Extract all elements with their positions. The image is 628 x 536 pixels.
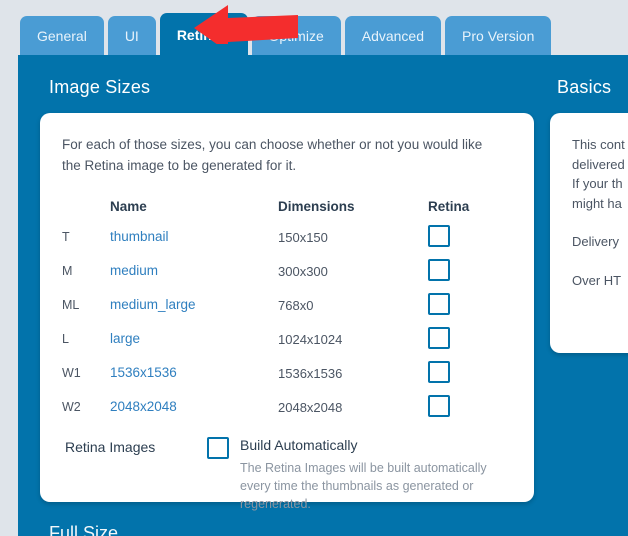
row-dimensions: 2048x2048 xyxy=(278,400,343,415)
tab-pro-version[interactable]: Pro Version xyxy=(445,16,552,55)
retina-checkbox[interactable] xyxy=(428,225,450,247)
size-name-link[interactable]: large xyxy=(110,331,300,346)
settings-screen: General UI Retinize Optimize Advanced Pr… xyxy=(0,0,628,536)
row-retina-cell xyxy=(428,395,508,417)
section-title-bottom: Full Size xyxy=(49,523,119,536)
tab-optimize[interactable]: Optimize xyxy=(251,16,341,55)
row-dimensions: 150x150 xyxy=(278,230,328,245)
size-name-link[interactable]: 1536x1536 xyxy=(110,365,300,380)
row-retina-cell xyxy=(428,225,508,247)
row-retina-cell xyxy=(428,259,508,281)
row-dimensions: 768x0 xyxy=(278,298,314,313)
basics-card-text: This cont delivered If your th might ha … xyxy=(572,135,628,290)
size-name-link[interactable]: medium_large xyxy=(110,297,300,312)
basics-spacer-1 xyxy=(572,213,628,232)
basics-delivery-label: Delivery xyxy=(572,234,619,249)
basics-card: This cont delivered If your th might ha … xyxy=(550,113,628,353)
row-key: L xyxy=(62,332,69,346)
tab-advanced[interactable]: Advanced xyxy=(344,16,442,55)
row-dimensions: 1536x1536 xyxy=(278,366,343,381)
row-retina-cell xyxy=(428,361,508,383)
column-header-dimensions: Dimensions xyxy=(278,199,355,214)
table-row: W1 1536x1536 1536x1536 xyxy=(40,359,534,393)
build-automatically-description: The Retina Images will be built automati… xyxy=(240,461,487,512)
retina-images-label: Retina Images xyxy=(65,439,156,455)
column-header-name: Name xyxy=(110,199,147,214)
retina-checkbox[interactable] xyxy=(428,327,450,349)
tab-strip: General UI Retinize Optimize Advanced Pr… xyxy=(0,0,628,55)
build-automatically-label[interactable]: Build Automatically xyxy=(240,437,358,453)
size-name-link[interactable]: 2048x2048 xyxy=(110,399,300,414)
tab-ui[interactable]: UI xyxy=(107,16,156,55)
basics-spacer-2 xyxy=(572,252,628,271)
basics-line-1: This cont xyxy=(572,137,625,152)
table-row: W2 2048x2048 2048x2048 xyxy=(40,393,534,427)
table-header-row: Name Dimensions Retina xyxy=(40,195,534,223)
size-name-link[interactable]: thumbnail xyxy=(110,229,300,244)
content-panel: Image Sizes Basics For each of those siz… xyxy=(18,55,628,536)
tab-retinize[interactable]: Retinize xyxy=(159,13,248,55)
table-row: M medium 300x300 xyxy=(40,257,534,291)
tab-general[interactable]: General xyxy=(20,16,104,55)
retina-checkbox[interactable] xyxy=(428,361,450,383)
row-key: T xyxy=(62,230,70,244)
retina-checkbox[interactable] xyxy=(428,259,450,281)
image-sizes-intro: For each of those sizes, you can choose … xyxy=(62,137,483,173)
retina-checkbox[interactable] xyxy=(428,395,450,417)
section-title-basics: Basics xyxy=(557,77,612,97)
build-automatically-checkbox[interactable] xyxy=(207,437,229,459)
table-row: ML medium_large 768x0 xyxy=(40,291,534,325)
row-retina-cell xyxy=(428,327,508,349)
retina-checkbox[interactable] xyxy=(428,293,450,315)
size-name-link[interactable]: medium xyxy=(110,263,300,278)
basics-line-4: might ha xyxy=(572,195,622,211)
row-key: M xyxy=(62,264,73,278)
basics-line-2: delivered xyxy=(572,156,625,172)
basics-line-3: If your th xyxy=(572,176,623,191)
basics-over-http-label: Over HT xyxy=(572,272,622,288)
row-dimensions: 300x300 xyxy=(278,264,328,279)
row-key: ML xyxy=(62,298,80,312)
column-header-retina: Retina xyxy=(428,199,470,214)
row-key: W1 xyxy=(62,366,81,380)
section-title-image-sizes: Image Sizes xyxy=(49,77,151,97)
table-row: T thumbnail 150x150 xyxy=(40,223,534,257)
row-retina-cell xyxy=(428,293,508,315)
row-dimensions: 1024x1024 xyxy=(278,332,343,347)
image-sizes-card: For each of those sizes, you can choose … xyxy=(40,113,534,511)
row-key: W2 xyxy=(62,400,81,414)
tab-list: General UI Retinize Optimize Advanced Pr… xyxy=(20,13,552,55)
table-row: L large 1024x1024 xyxy=(40,325,534,359)
image-sizes-table: Name Dimensions Retina T thumbnail 150x1… xyxy=(40,195,534,427)
